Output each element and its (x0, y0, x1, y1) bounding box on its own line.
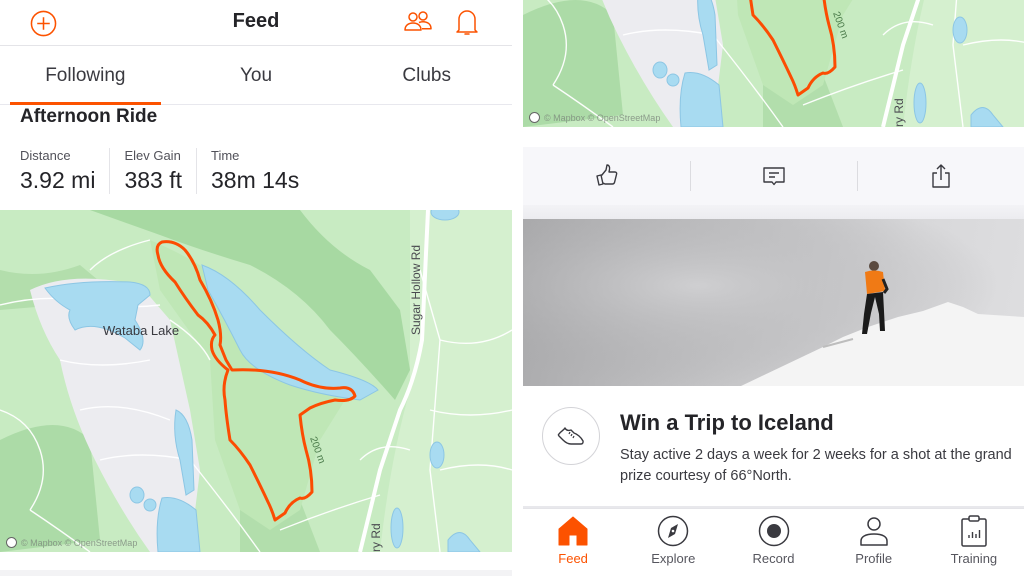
tab-following[interactable]: Following (0, 47, 171, 105)
nav-explore[interactable]: Explore (623, 509, 723, 576)
map-graphic: Wataba LakeSugar Hollow Rdry Rd200 m (0, 210, 512, 552)
tab-you[interactable]: You (171, 47, 342, 104)
nav-training[interactable]: Training (924, 509, 1024, 576)
nav-label: Training (950, 551, 998, 566)
nav-label: Record (752, 551, 795, 566)
compass-icon (658, 515, 689, 547)
pond (129, 486, 145, 504)
find-friends-icon[interactable] (403, 10, 433, 34)
share-button[interactable] (857, 147, 1024, 205)
activity-title[interactable]: Afternoon Ride (20, 106, 157, 128)
map-attribution: © Mapbox © OpenStreetMap (6, 537, 137, 548)
stat-label: Distance (20, 148, 71, 163)
road-label: ry Rd (369, 523, 383, 552)
route-map-scrolled: Wataba LakeSugar Hollow Rdry Rd200 m (523, 0, 1024, 127)
attribution-text: © Mapbox © OpenStreetMap (21, 537, 138, 548)
feed-screen-right: Wataba LakeSugar Hollow Rdry Rd200 m © M… (523, 0, 1024, 576)
pond (666, 73, 680, 87)
feed-divider (0, 570, 512, 576)
road-label: Sugar Hollow Rd (409, 245, 423, 335)
profile-icon (859, 517, 888, 546)
comment-button[interactable] (690, 147, 857, 205)
activity-route-map[interactable]: Wataba Lake Sugar Hollow Rd ry Rd 200 m © M… (0, 210, 512, 552)
stat-value: 38m 14s (210, 167, 300, 193)
lake-label: Wataba Lake (103, 323, 179, 338)
stat-label: Time (210, 148, 240, 163)
nav-label: Feed (558, 551, 588, 566)
tab-clubs[interactable]: Clubs (341, 47, 512, 104)
nav-profile[interactable]: Profile (824, 509, 924, 576)
feed-screen-left: Feed Following You Clubs Afternoon Ride … (0, 0, 512, 576)
nav-feed[interactable]: Feed (523, 509, 623, 576)
pond (913, 82, 927, 124)
stat-distance: Distance 3.92 mi (20, 148, 111, 194)
feed-tabs: Following You Clubs (0, 47, 512, 105)
mapbox-logo-icon (529, 112, 540, 123)
map-graphic: Wataba LakeSugar Hollow Rdry Rd200 m (523, 0, 1024, 127)
forest-area (523, 0, 623, 127)
activity-actions (523, 147, 1024, 205)
add-circle-icon[interactable] (30, 10, 57, 37)
nav-label: Profile (855, 551, 893, 566)
stat-value: 3.92 mi (20, 167, 96, 193)
pond (390, 507, 404, 549)
pond (952, 16, 968, 44)
pond (429, 441, 445, 469)
mapbox-logo-icon (6, 537, 17, 548)
nav-record[interactable]: Record (723, 509, 823, 576)
top-bar: Feed (0, 0, 512, 46)
nav-label: Explore (651, 551, 696, 566)
record-icon (758, 515, 789, 547)
promo-image[interactable] (523, 219, 1024, 386)
pond (652, 61, 668, 79)
mountain-runner-photo (523, 219, 1024, 386)
stat-time: Time 38m 14s (211, 148, 313, 194)
notification-bell-icon[interactable] (455, 8, 479, 38)
section-divider (523, 205, 1024, 219)
attribution-text: © Mapbox © OpenStreetMap (544, 112, 661, 123)
map-attribution: © Mapbox © OpenStreetMap (529, 112, 660, 123)
stat-value: 383 ft (124, 167, 182, 193)
bottom-nav: Feed Explore Record Profile Training (523, 508, 1024, 576)
promo-title: Win a Trip to Iceland (620, 410, 834, 435)
activity-route-map-continued[interactable]: Wataba LakeSugar Hollow Rdry Rd200 m © M… (523, 0, 1024, 127)
promo-card[interactable]: Win a Trip to Iceland Stay active 2 days… (523, 386, 1024, 508)
training-clipboard-icon (961, 515, 987, 547)
pond (143, 498, 157, 512)
thumbs-up-icon (595, 164, 617, 186)
promo-icon-badge (542, 407, 600, 465)
comment-icon (762, 167, 785, 186)
running-shoe-icon (557, 427, 584, 445)
forest-area (0, 425, 100, 552)
page-title: Feed (232, 10, 280, 32)
stat-label: Elev Gain (124, 148, 181, 163)
stat-elev-gain: Elev Gain 383 ft (124, 148, 197, 194)
kudos-button[interactable] (523, 147, 690, 205)
road-label: ry Rd (892, 98, 906, 127)
share-icon (931, 164, 950, 188)
promo-description: Stay active 2 days a week for 2 weeks fo… (620, 447, 1012, 484)
activity-stats: Distance 3.92 mi Elev Gain 383 ft Time 3… (20, 148, 327, 194)
home-icon (558, 516, 588, 546)
